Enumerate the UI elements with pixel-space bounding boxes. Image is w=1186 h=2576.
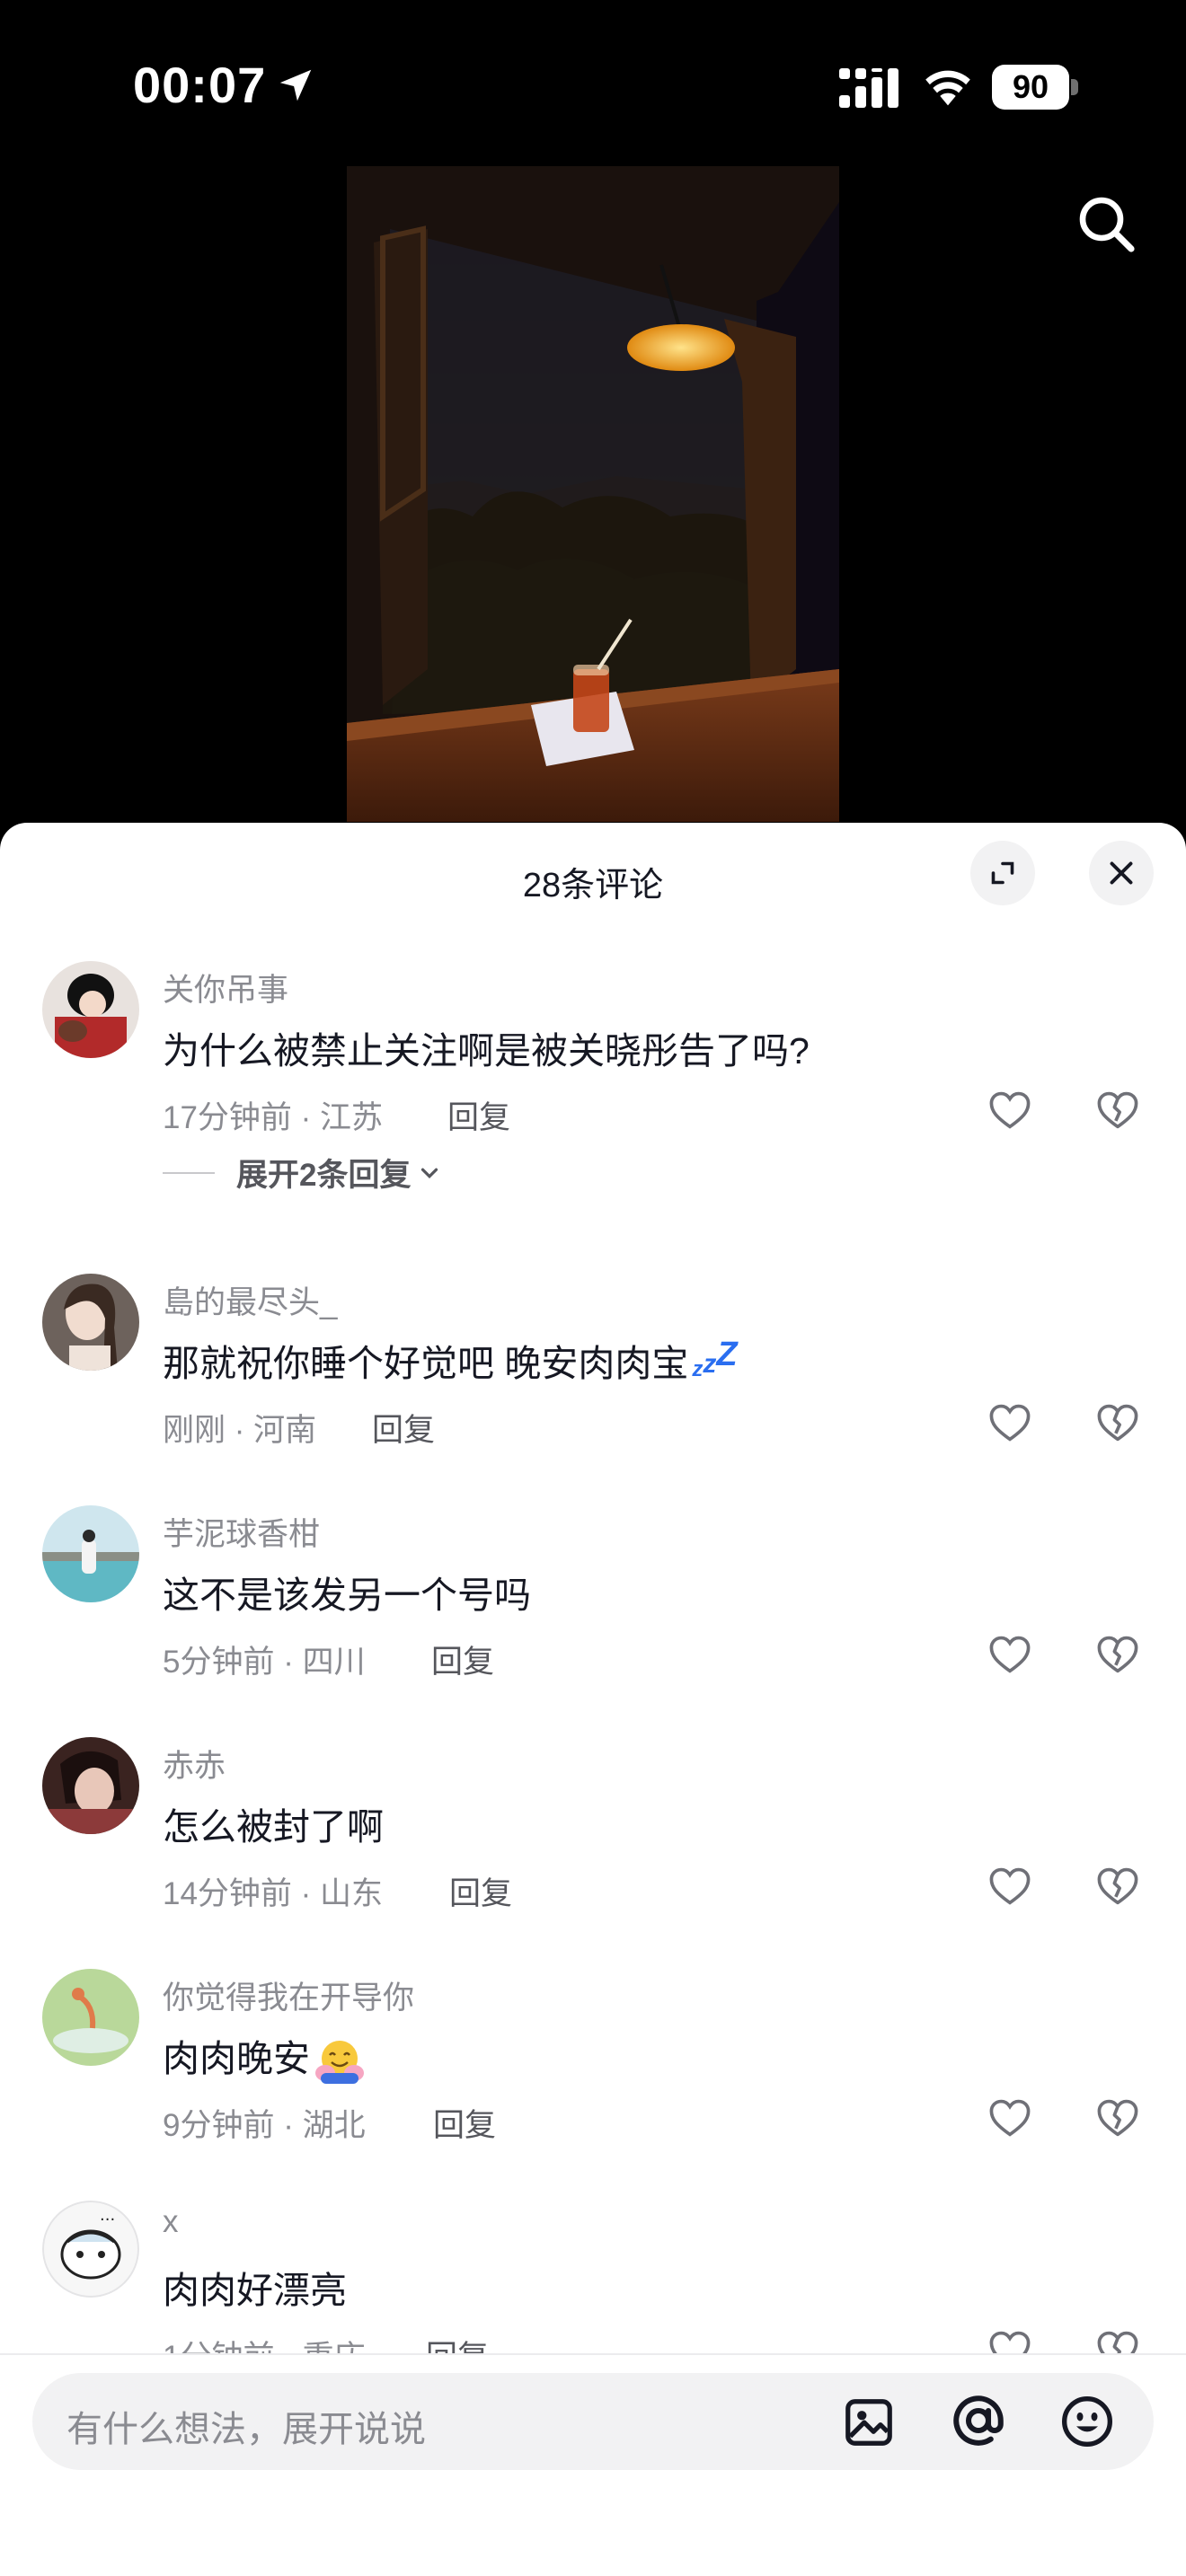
search-icon[interactable] <box>1075 192 1139 257</box>
avatar[interactable] <box>42 1737 139 1834</box>
comment-time-location: 5分钟前 · 四川 <box>163 1645 366 1680</box>
battery-indicator: 90 <box>992 65 1078 110</box>
reply-button[interactable]: 回复 <box>447 1092 510 1138</box>
comment-input-bar: 有什么想法，展开说说 <box>0 2353 1186 2576</box>
post-photo[interactable] <box>347 166 839 822</box>
comment-text-body: 那就祝你睡个好觉吧 晚安肉肉宝 <box>163 1343 689 1384</box>
image-icon[interactable] <box>841 2395 897 2450</box>
comment-time-location: 刚刚 · 河南 <box>163 1413 317 1448</box>
comment-username[interactable]: 关你吊事 <box>163 965 288 1010</box>
heart-icon[interactable] <box>987 1399 1033 1446</box>
reply-button[interactable]: 回复 <box>431 1636 494 1682</box>
divider-line <box>163 1171 215 1174</box>
comment-item: 芋泥球香柑 这不是该发另一个号吗 5分钟前 · 四川 回复 <box>0 1505 1186 1721</box>
comment-item: 关你吊事 为什么被禁止关注啊是被关晓彤告了吗? 17分钟前 · 江苏 回复 展开… <box>0 961 1186 1193</box>
broken-heart-icon[interactable] <box>1094 1631 1141 1678</box>
comment-time-location: 9分钟前 · 湖北 <box>163 2108 366 2143</box>
comments-sheet: 28条评论 关你吊事 为什么被禁止关注啊是被关晓彤告了吗? 17分钟前 · 江苏… <box>0 823 1186 2576</box>
comment-item: 你觉得我在开导你 肉肉晚安 9分钟前 · 湖北 回复 <box>0 1969 1186 2184</box>
comment-input-placeholder: 有什么想法，展开说说 <box>66 2410 426 2449</box>
battery-level: 90 <box>992 65 1069 110</box>
svg-text:...: ... <box>100 2206 115 2225</box>
comment-username[interactable]: 你觉得我在开导你 <box>163 1972 414 2018</box>
comment-username[interactable]: 赤赤 <box>163 1741 226 1786</box>
broken-heart-icon[interactable] <box>1094 1087 1141 1134</box>
zzz-emoji: zzZ <box>692 1336 738 1381</box>
broken-heart-icon[interactable] <box>1094 2095 1141 2141</box>
comment-text: 肉肉好漂亮 <box>163 2270 347 2311</box>
avatar[interactable] <box>42 1969 139 2066</box>
heart-icon[interactable] <box>987 1631 1033 1678</box>
comment-item: 赤赤 怎么被封了啊 14分钟前 · 山东 回复 <box>0 1737 1186 1953</box>
comment-text: 这不是该发另一个号吗 <box>163 1575 531 1616</box>
wifi-icon <box>925 70 970 106</box>
avatar[interactable]: ... <box>42 2201 139 2298</box>
location-arrow-icon <box>279 69 312 101</box>
comment-input[interactable]: 有什么想法，展开说说 <box>32 2373 1154 2470</box>
status-bar: 00:07 90 <box>0 0 1186 171</box>
reply-button[interactable]: 回复 <box>372 1405 435 1451</box>
at-icon[interactable] <box>949 2391 1008 2450</box>
comment-text: 为什么被禁止关注啊是被关晓彤告了吗? <box>163 1030 810 1072</box>
avatar[interactable] <box>42 1274 139 1371</box>
hugging-face-emoji <box>315 2041 364 2085</box>
comment-list[interactable]: 关你吊事 为什么被禁止关注啊是被关晓彤告了吗? 17分钟前 · 江苏 回复 展开… <box>0 823 1186 2375</box>
signal-icon <box>839 68 898 108</box>
broken-heart-icon[interactable] <box>1094 1863 1141 1910</box>
heart-icon[interactable] <box>987 1087 1033 1134</box>
status-time: 00:07 <box>133 57 267 113</box>
comment-text: 那就祝你睡个好觉吧 晚安肉肉宝 zzZ <box>163 1333 738 1387</box>
heart-icon[interactable] <box>987 1863 1033 1910</box>
comment-text: 怎么被封了啊 <box>163 1806 384 1848</box>
comment-text: 肉肉晚安 <box>163 2028 366 2086</box>
battery-tip <box>1071 79 1078 95</box>
avatar[interactable] <box>42 1505 139 1602</box>
comment-username[interactable]: 芋泥球香柑 <box>163 1509 320 1555</box>
comment-item: 島的最尽头_ 那就祝你睡个好觉吧 晚安肉肉宝 zzZ 刚刚 · 河南 回复 <box>0 1274 1186 1489</box>
heart-icon[interactable] <box>987 2095 1033 2141</box>
broken-heart-icon[interactable] <box>1094 1399 1141 1446</box>
expand-replies-button[interactable]: 展开2条回复 <box>163 1150 443 1195</box>
comment-time-location: 14分钟前 · 山东 <box>163 1876 384 1911</box>
comment-username[interactable]: x <box>163 2204 179 2240</box>
expand-replies-label: 展开2条回复 <box>236 1158 412 1193</box>
reply-button[interactable]: 回复 <box>433 2100 496 2146</box>
chevron-down-icon <box>421 1168 438 1178</box>
comment-username[interactable]: 島的最尽头_ <box>163 1277 337 1323</box>
avatar[interactable] <box>42 961 139 1058</box>
emoji-icon[interactable] <box>1058 2393 1116 2450</box>
comment-text-body: 肉肉晚安 <box>163 2038 310 2079</box>
reply-button[interactable]: 回复 <box>449 1868 512 1914</box>
comment-time-location: 17分钟前 · 江苏 <box>163 1100 384 1135</box>
